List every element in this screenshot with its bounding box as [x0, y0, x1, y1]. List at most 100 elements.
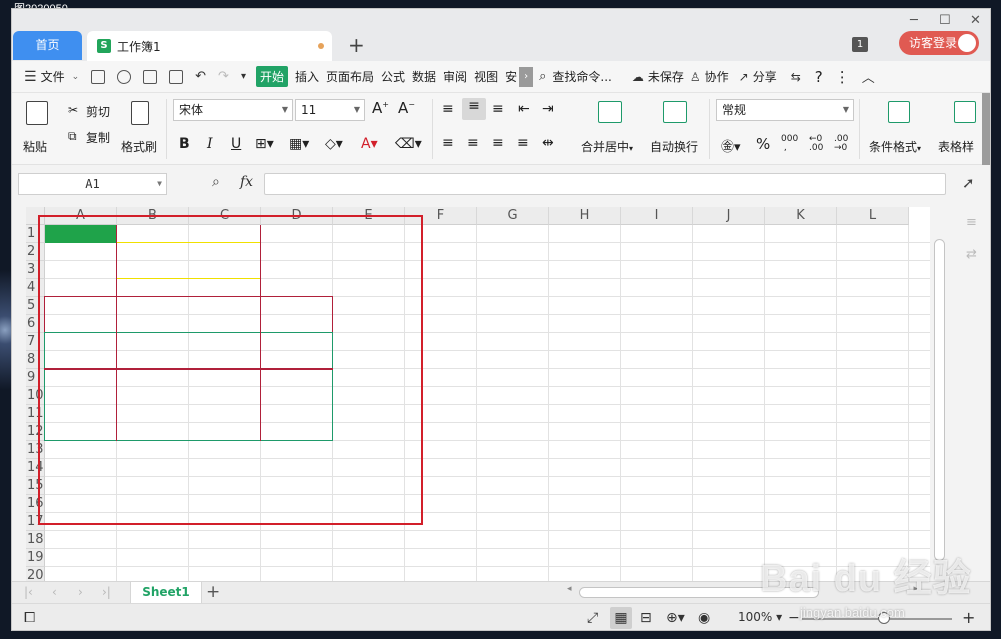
first-sheet-icon[interactable]: |‹ [24, 585, 33, 599]
align-left-icon[interactable]: ≡ [442, 135, 454, 151]
font-color-icon[interactable]: A▾ [361, 136, 378, 152]
menu-data[interactable]: 数据 [412, 68, 436, 85]
print-icon[interactable] [143, 69, 158, 84]
distribute-icon[interactable]: ⇹ [542, 135, 554, 151]
worksheet-grid[interactable]: A B C D E F G H I J K L 1 2 3 4 5 6 7 8 9 10 11 12 13 14 15 16 17 18 1… [26, 207, 930, 581]
border-icon[interactable]: ⊞▾ [255, 136, 274, 152]
guest-login-button[interactable]: 访客登录 [899, 31, 979, 55]
column-header-k[interactable]: K [765, 207, 837, 225]
fullscreen-icon[interactable]: ⤢ [587, 610, 598, 626]
column-header-i[interactable]: I [621, 207, 693, 225]
conditional-format-icon[interactable] [888, 101, 910, 123]
vertical-scroll-thumb[interactable] [934, 239, 945, 561]
transfer-icon[interactable]: ⇄ [966, 247, 977, 262]
menu-review[interactable]: 审阅 [443, 68, 467, 85]
table-style-button[interactable]: 表格样 [938, 138, 974, 155]
paste-button[interactable]: 粘贴 [23, 138, 47, 155]
menu-insert[interactable]: 插入 [295, 68, 319, 85]
formula-input[interactable] [264, 173, 946, 195]
align-bottom-icon[interactable]: ≡ [492, 101, 504, 117]
indent-increase-icon[interactable]: ⇥ [542, 101, 554, 117]
tab-document[interactable]: S 工作簿1 [87, 31, 332, 61]
print-preview-icon[interactable] [169, 69, 184, 84]
menu-view[interactable]: 视图 [474, 68, 498, 85]
increase-decimal-icon[interactable]: ←0.00 [809, 135, 823, 153]
close-button[interactable]: ✕ [970, 13, 981, 28]
share-button[interactable]: 分享 [753, 68, 777, 85]
window-count-badge[interactable]: 1 [852, 37, 868, 52]
name-box[interactable]: A1 ▼ [18, 173, 167, 195]
column-header-g[interactable]: G [477, 207, 549, 225]
scroll-left-icon[interactable]: ◂ [567, 584, 572, 594]
format-painter-icon[interactable] [131, 101, 149, 125]
number-format-select[interactable]: 常规 ▼ [716, 99, 854, 121]
decrease-decimal-icon[interactable]: .00 →0 [834, 135, 848, 153]
fx-button[interactable]: fx [240, 174, 253, 190]
customize-icon[interactable]: ▾ [241, 71, 246, 82]
redo-icon[interactable]: ↷ [218, 69, 229, 84]
minimize-button[interactable]: ─ [910, 13, 918, 28]
zoom-search-icon[interactable]: ⌕ [212, 174, 220, 190]
font-name-select[interactable]: 宋体 ▼ [173, 99, 293, 121]
filter-icon[interactable]: ≡ [966, 215, 977, 230]
underline-button[interactable]: U [231, 136, 241, 152]
thousands-icon[interactable]: 000 , [781, 135, 798, 153]
font-size-select[interactable]: 11 ▼ [295, 99, 365, 121]
row-header-20[interactable]: 20 [26, 567, 45, 581]
pointer-icon[interactable]: ➚ [962, 174, 975, 192]
format-painter-button[interactable]: 格式刷 [121, 138, 157, 155]
collaborate-button[interactable]: 协作 [705, 68, 729, 85]
italic-button[interactable]: I [207, 136, 213, 152]
indent-decrease-icon[interactable]: ⇤ [518, 101, 530, 117]
column-header-h[interactable]: H [549, 207, 621, 225]
menu-scroll-right[interactable]: › [519, 66, 534, 87]
merge-center-button[interactable]: 合并居中▾ [581, 138, 633, 155]
tab-home[interactable]: 首页 [13, 31, 82, 60]
new-tab-button[interactable]: + [348, 33, 365, 57]
align-middle-icon[interactable]: ≡ [462, 98, 486, 120]
fill-color-icon[interactable]: ◇▾ [325, 136, 343, 152]
menu-formulas[interactable]: 公式 [381, 68, 405, 85]
last-sheet-icon[interactable]: ›| [102, 585, 111, 599]
column-header-l[interactable]: L [837, 207, 909, 225]
justify-icon[interactable]: ≡ [517, 135, 529, 151]
file-menu[interactable]: 文件 [41, 68, 65, 85]
align-center-icon[interactable]: ≡ [467, 135, 479, 151]
hamburger-icon[interactable]: ☰ [24, 69, 37, 85]
prev-sheet-icon[interactable]: ‹ [52, 585, 57, 599]
reading-layout-icon[interactable]: ⊕▾ [666, 610, 685, 626]
font-shrink-icon[interactable]: A− [398, 99, 415, 117]
currency-icon[interactable]: ㊎▾ [721, 136, 741, 155]
page-break-view-icon[interactable]: ⊟ [640, 610, 652, 626]
font-grow-icon[interactable]: A+ [372, 99, 389, 117]
eye-protection-icon[interactable]: ◉ [698, 610, 710, 626]
copy-button[interactable]: 复制 [86, 129, 110, 146]
macro-icon[interactable]: ⧠ [24, 610, 35, 626]
normal-view-icon[interactable]: ▦ [610, 607, 632, 629]
eraser-icon[interactable]: ⌫▾ [395, 136, 422, 152]
menu-security[interactable]: 安 [505, 68, 517, 85]
wrap-text-button[interactable]: 自动换行 [650, 138, 698, 155]
percent-icon[interactable]: % [756, 135, 770, 153]
undo-icon[interactable]: ↶ [195, 69, 206, 84]
bold-button[interactable]: B [179, 136, 190, 152]
help-button[interactable]: ? [815, 68, 823, 86]
collapse-ribbon-icon[interactable]: ︿ [862, 67, 875, 86]
save-icon[interactable] [91, 69, 106, 84]
sheet-tab-sheet1[interactable]: Sheet1 [130, 582, 202, 603]
row-header-18[interactable]: 18 [26, 531, 45, 549]
align-right-icon[interactable]: ≡ [492, 135, 504, 151]
menu-home[interactable]: 开始 [255, 66, 288, 87]
cut-button[interactable]: 剪切 [86, 103, 110, 120]
ribbon-scroll-right[interactable] [982, 93, 990, 165]
command-search[interactable]: 查找命令... [552, 68, 611, 85]
vertical-scrollbar[interactable] [930, 207, 950, 581]
sync-icon[interactable]: ⇆ [791, 70, 801, 84]
align-top-icon[interactable]: ≡ [442, 101, 454, 117]
add-sheet-button[interactable]: + [206, 582, 220, 602]
merge-center-icon[interactable] [598, 101, 622, 123]
menu-page-layout[interactable]: 页面布局 [326, 68, 374, 85]
row-header-19[interactable]: 19 [26, 549, 45, 567]
unsaved-status[interactable]: 未保存 [648, 68, 684, 85]
next-sheet-icon[interactable]: › [78, 585, 83, 599]
